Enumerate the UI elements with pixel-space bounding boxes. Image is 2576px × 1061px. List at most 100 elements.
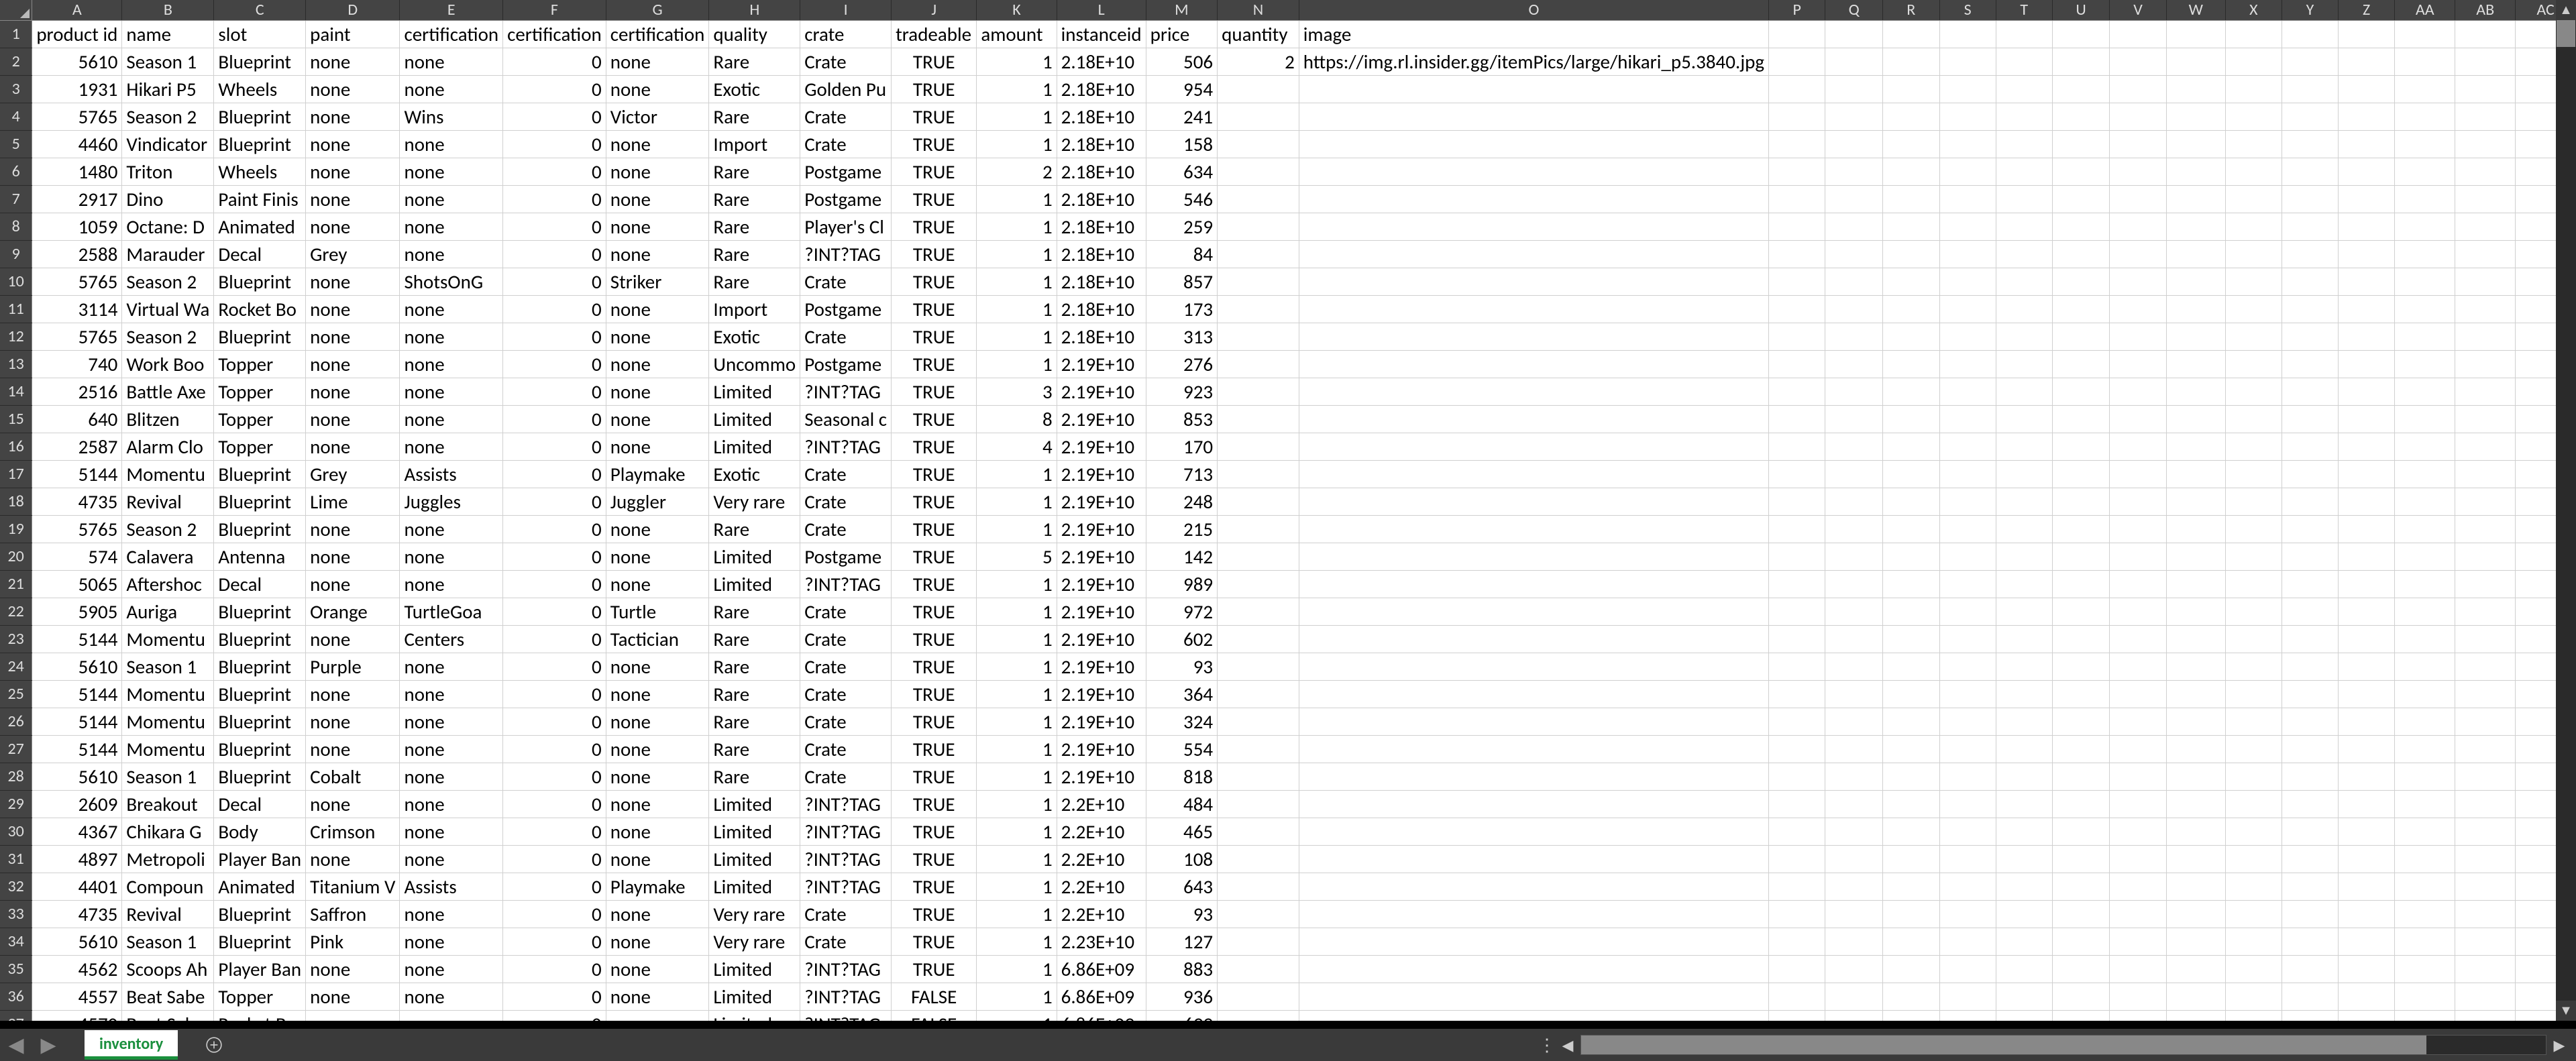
cell-J12[interactable]: TRUE [892,323,977,350]
cell-N24[interactable] [1218,653,1299,680]
cell-Z16[interactable] [2339,433,2395,460]
cell-A31[interactable]: 4897 [32,845,122,873]
cell-Z24[interactable] [2339,653,2395,680]
cell-Z31[interactable] [2339,845,2395,873]
cell-Y37[interactable] [2282,1010,2338,1021]
cell-Q16[interactable] [1825,433,1883,460]
cell-C16[interactable]: Topper [214,433,306,460]
cell-G24[interactable]: none [606,653,709,680]
cell-I9[interactable]: ?INT?TAG [800,240,892,268]
cell-R8[interactable] [1883,213,1940,240]
cell-A7[interactable]: 2917 [32,185,122,213]
cell-Z34[interactable] [2339,928,2395,955]
cell-V7[interactable] [2110,185,2167,213]
cell-D10[interactable]: none [306,268,400,295]
cell-P33[interactable] [1769,900,1825,928]
cell-Y31[interactable] [2282,845,2338,873]
cell-P28[interactable] [1769,763,1825,790]
cell-H3[interactable]: Exotic [709,75,800,103]
cell-Z32[interactable] [2339,873,2395,900]
cell-C11[interactable]: Rocket Bo [214,295,306,323]
cell-D29[interactable]: none [306,790,400,818]
cell-V18[interactable] [2110,488,2167,515]
cell-B14[interactable]: Battle Axe [122,378,214,405]
column-header-J[interactable]: J [892,0,977,20]
cell-AA6[interactable] [2395,158,2455,185]
cell-R2[interactable] [1883,48,1940,75]
cell-W22[interactable] [2166,598,2225,625]
cell-R26[interactable] [1883,708,1940,735]
cell-D28[interactable]: Cobalt [306,763,400,790]
cell-P16[interactable] [1769,433,1825,460]
cell-V13[interactable] [2110,350,2167,378]
cell-I31[interactable]: ?INT?TAG [800,845,892,873]
cell-M8[interactable]: 259 [1146,213,1218,240]
cell-N3[interactable] [1218,75,1299,103]
cell-S35[interactable] [1939,955,1996,983]
cell-U3[interactable] [2052,75,2109,103]
cell-G35[interactable]: none [606,955,709,983]
cell-T17[interactable] [1996,460,2052,488]
cell-X4[interactable] [2225,103,2282,130]
cell-L25[interactable]: 2.19E+10 [1057,680,1146,708]
cell-Q20[interactable] [1825,543,1883,570]
cell-I19[interactable]: Crate [800,515,892,543]
cell-AA14[interactable] [2395,378,2455,405]
cell-K22[interactable]: 1 [977,598,1057,625]
cell-G8[interactable]: none [606,213,709,240]
cell-M14[interactable]: 923 [1146,378,1218,405]
cell-A9[interactable]: 2588 [32,240,122,268]
cell-V34[interactable] [2110,928,2167,955]
cell-R13[interactable] [1883,350,1940,378]
row-header-35[interactable]: 35 [0,955,32,983]
cell-W37[interactable] [2166,1010,2225,1021]
cell-V33[interactable] [2110,900,2167,928]
cell-W34[interactable] [2166,928,2225,955]
cell-X15[interactable] [2225,405,2282,433]
cell-U25[interactable] [2052,680,2109,708]
cell-R22[interactable] [1883,598,1940,625]
cell-G14[interactable]: none [606,378,709,405]
cell-M6[interactable]: 634 [1146,158,1218,185]
cell-C9[interactable]: Decal [214,240,306,268]
cell-T23[interactable] [1996,625,2052,653]
cell-Q13[interactable] [1825,350,1883,378]
cell-AB15[interactable] [2455,405,2516,433]
cell-H6[interactable]: Rare [709,158,800,185]
cell-P12[interactable] [1769,323,1825,350]
cell-F6[interactable]: 0 [503,158,606,185]
row-header-27[interactable]: 27 [0,735,32,763]
cell-N19[interactable] [1218,515,1299,543]
cell-Z26[interactable] [2339,708,2395,735]
cell-AA9[interactable] [2395,240,2455,268]
row-header-25[interactable]: 25 [0,680,32,708]
cell-W33[interactable] [2166,900,2225,928]
cell-C12[interactable]: Blueprint [214,323,306,350]
column-header-Y[interactable]: Y [2282,0,2338,20]
cell-T31[interactable] [1996,845,2052,873]
cell-Z9[interactable] [2339,240,2395,268]
cell-T20[interactable] [1996,543,2052,570]
cell-W7[interactable] [2166,185,2225,213]
cell-M25[interactable]: 364 [1146,680,1218,708]
cell-D19[interactable]: none [306,515,400,543]
cell-B4[interactable]: Season 2 [122,103,214,130]
cell-T2[interactable] [1996,48,2052,75]
cell-E19[interactable]: none [400,515,503,543]
cell-T33[interactable] [1996,900,2052,928]
cell-E30[interactable]: none [400,818,503,845]
cell-J6[interactable]: TRUE [892,158,977,185]
cell-V2[interactable] [2110,48,2167,75]
cell-K28[interactable]: 1 [977,763,1057,790]
cell-J15[interactable]: TRUE [892,405,977,433]
cell-S20[interactable] [1939,543,1996,570]
cell-U5[interactable] [2052,130,2109,158]
cell-O34[interactable] [1299,928,1768,955]
cell-A27[interactable]: 5144 [32,735,122,763]
cell-K9[interactable]: 1 [977,240,1057,268]
cell-R4[interactable] [1883,103,1940,130]
cell-R15[interactable] [1883,405,1940,433]
cell-R24[interactable] [1883,653,1940,680]
cell-K6[interactable]: 2 [977,158,1057,185]
cell-C22[interactable]: Blueprint [214,598,306,625]
